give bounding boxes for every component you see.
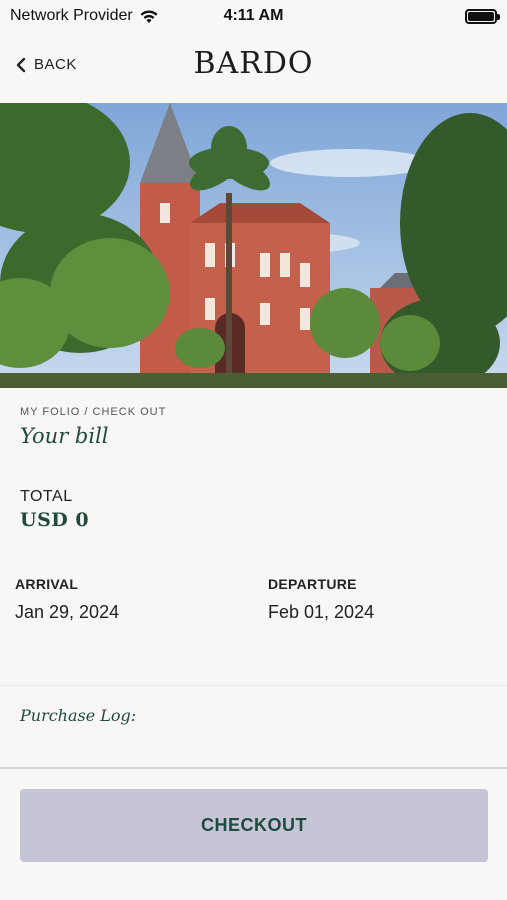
arrival-block: ARRIVAL Jan 29, 2024 (15, 576, 119, 623)
hero-image (0, 103, 507, 388)
building-photo-icon (0, 103, 507, 388)
brand-logo: BARDO (193, 46, 314, 81)
divider (0, 685, 507, 686)
arrival-label: ARRIVAL (15, 576, 79, 592)
total-label: TOTAL (20, 488, 73, 505)
departure-date: Feb 01, 2024 (268, 602, 375, 622)
status-left: Network Provider (10, 7, 159, 25)
footer-divider (0, 767, 507, 769)
breadcrumb: MY FOLIO / CHECK OUT (20, 406, 167, 418)
wifi-icon (140, 9, 158, 23)
status-bar: Network Provider 4:11 AM (0, 0, 507, 32)
purchase-log-label: Purchase Log: (20, 706, 137, 725)
departure-block: DEPARTURE Feb 01, 2024 (268, 576, 374, 623)
nav-bar: BACK BARDO (0, 32, 507, 102)
battery-level (468, 11, 494, 21)
arrival-date: Jan 29, 2024 (15, 602, 120, 622)
carrier-label: Network Provider (10, 7, 133, 24)
departure-label: DEPARTURE (268, 576, 357, 592)
checkout-label: CHECKOUT (201, 815, 307, 835)
checkout-button[interactable]: CHECKOUT (20, 789, 488, 862)
battery-icon (465, 8, 500, 24)
total-value: USD 0 (20, 509, 90, 531)
page-title: Your bill (20, 424, 109, 448)
